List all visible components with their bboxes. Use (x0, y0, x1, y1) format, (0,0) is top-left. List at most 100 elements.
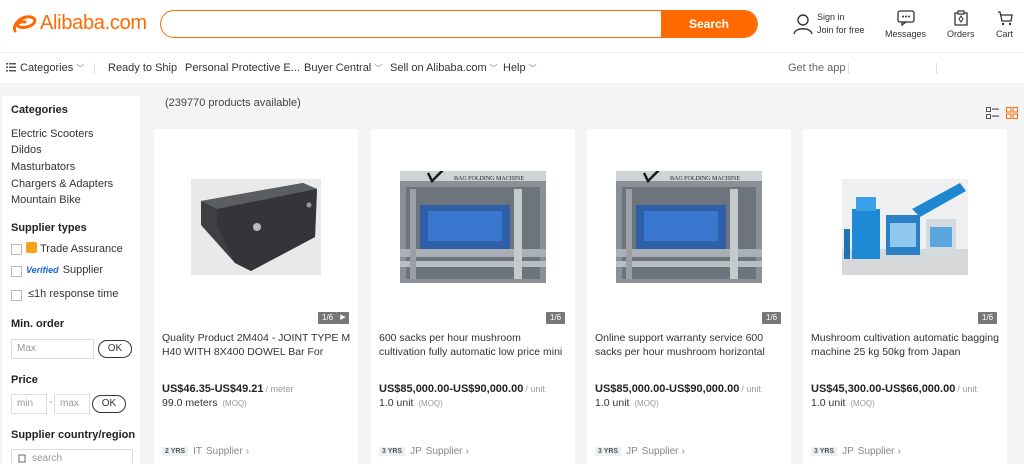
categories-menu[interactable]: Categories ﹀ (6, 62, 84, 74)
product-image[interactable]: BAG FOLDING MACHINE (587, 129, 791, 325)
machine-label: BAG FOLDING MACHINE (454, 176, 524, 182)
search-bar: Search (160, 10, 758, 38)
nav-buyer-central[interactable]: Buyer Central ﹀ (304, 62, 382, 74)
product-title[interactable]: Quality Product 2M404 - JOINT TYPE M H40… (162, 331, 352, 359)
bag-folding-machine-photo-icon: BAG FOLDING MACHINE (400, 171, 546, 283)
price-unit: / unit (957, 384, 977, 394)
product-title[interactable]: 600 sacks per hour mushroom cultivation … (379, 331, 569, 359)
category-link[interactable]: Electric Scooters (11, 128, 94, 140)
chevron-right-icon: › (245, 446, 250, 457)
filter-sidebar: Categories Electric Scooters Dildos Mast… (2, 96, 140, 464)
search-icon (18, 454, 26, 463)
price-ok-button[interactable]: OK (92, 395, 126, 413)
get-the-app-link[interactable]: Get the app (788, 62, 846, 74)
product-price: US$46.35-US$49.21/ meter (162, 383, 294, 395)
messages-link[interactable]: Messages (885, 10, 926, 39)
orders-label: Orders (947, 29, 975, 39)
price-unit: / meter (265, 384, 294, 394)
country-heading[interactable]: Supplier country/region (11, 429, 135, 441)
play-icon[interactable]: ▶ (337, 312, 349, 324)
cart-link[interactable]: Cart (996, 10, 1013, 39)
orders-link[interactable]: Orders (947, 10, 975, 39)
orders-icon (954, 10, 968, 26)
supplier-info[interactable]: 3 YRS JP Supplier › (811, 446, 901, 457)
years-badge: 2 YRS (162, 447, 189, 456)
alibaba-logo[interactable]: Alibaba.com (12, 12, 147, 35)
image-count-badge: 1/6 (762, 312, 782, 324)
country-search-placeholder: search (32, 453, 63, 464)
price-max-input[interactable]: max (54, 394, 90, 414)
alibaba-logo-icon (13, 14, 37, 32)
category-link[interactable]: Masturbators (11, 161, 75, 173)
years-badge: 3 YRS (811, 447, 838, 456)
nav-divider (848, 63, 849, 74)
nav-help[interactable]: Help ﹀ (503, 62, 537, 74)
machine-label: BAG FOLDING MACHINE (670, 176, 740, 182)
price-dash: - (49, 396, 53, 408)
categories-heading: Categories (11, 104, 68, 116)
price-unit: / unit (741, 384, 761, 394)
response-time-checkbox[interactable] (11, 290, 22, 301)
product-card[interactable]: BAG FOLDING MACHINE 1/6 Online support w… (587, 129, 791, 464)
category-link[interactable]: Chargers & Adapters (11, 178, 113, 190)
nav-sell[interactable]: Sell on Alibaba.com ﹀ (390, 62, 498, 74)
chevron-up-icon[interactable]: ︿ (123, 429, 131, 440)
price-range: US$46.35-US$49.21 (162, 383, 264, 395)
product-image[interactable] (154, 129, 358, 325)
price-unit: / unit (525, 384, 545, 394)
min-order-heading: Min. order (11, 318, 65, 330)
top-header: Alibaba.com Search Sign in Join for free… (0, 0, 1024, 52)
product-moq: 1.0 unit (MOQ) (811, 397, 875, 409)
category-link[interactable]: Dildos (11, 144, 42, 156)
product-title[interactable]: Online support warranty service 600 sack… (595, 331, 785, 359)
price-range: US$85,000.00-US$90,000.00 (595, 383, 740, 395)
trade-assurance-icon (26, 242, 37, 253)
trade-assurance-checkbox[interactable] (11, 244, 22, 255)
country-search-input[interactable]: search (11, 449, 133, 464)
product-image[interactable] (803, 129, 1007, 325)
nav-ppe[interactable]: Personal Protective E... (185, 62, 300, 74)
product-card[interactable]: BAG FOLDING MACHINE 1/6 600 sacks per ho… (371, 129, 575, 464)
price-range: US$85,000.00-US$90,000.00 (379, 383, 524, 395)
supplier-label: Supplier (206, 446, 243, 457)
moq-value: 1.0 unit (379, 397, 414, 409)
moq-tag: (MOQ) (850, 399, 875, 408)
verified-supplier-option[interactable]: Verified Supplier (26, 264, 103, 276)
chevron-down-icon: ﹀ (489, 64, 498, 73)
nav-buyer-central-label: Buyer Central (304, 62, 372, 74)
category-link[interactable]: Mountain Bike (11, 194, 81, 206)
search-input[interactable] (161, 11, 663, 37)
product-price: US$45,300.00-US$66,000.00/ unit (811, 383, 977, 395)
supplier-label: Supplier (425, 446, 463, 457)
list-view-icon[interactable] (986, 107, 999, 119)
verified-badge: Verified (26, 265, 59, 275)
product-image[interactable]: BAG FOLDING MACHINE (371, 129, 575, 325)
supplier-info[interactable]: 2 YRS IT Supplier › (162, 446, 249, 457)
supplier-info[interactable]: 3 YRS JP Supplier › (595, 446, 685, 457)
nav-ready-to-ship[interactable]: Ready to Ship (108, 62, 177, 74)
chevron-right-icon: › (681, 446, 685, 457)
list-icon (6, 63, 16, 72)
product-card[interactable]: 1/6 Mushroom cultivation automatic baggi… (803, 129, 1007, 464)
categories-label: Categories (20, 62, 74, 74)
verified-supplier-checkbox[interactable] (11, 266, 22, 277)
min-order-ok-button[interactable]: OK (98, 340, 132, 358)
sign-in-link[interactable]: Sign in Join for free (793, 11, 865, 37)
nav-divider (94, 63, 95, 74)
moq-tag: (MOQ) (418, 399, 443, 408)
trade-assurance-option[interactable]: Trade Assurance (26, 242, 123, 255)
price-min-input[interactable]: min (11, 394, 47, 414)
search-button[interactable]: Search (661, 11, 757, 37)
moq-tag: (MOQ) (634, 399, 659, 408)
moq-value: 99.0 meters (162, 397, 218, 409)
product-count: (239770 products available) (165, 97, 301, 109)
image-count-badge: 1/6 (978, 312, 998, 324)
min-order-max-input[interactable]: Max (11, 339, 94, 359)
grid-view-icon[interactable] (1006, 107, 1018, 119)
supplier-info[interactable]: 3 YRS JP Supplier › (379, 446, 469, 457)
sign-in-label: Sign in (817, 12, 845, 22)
response-time-label[interactable]: ≤1h response time (28, 288, 118, 300)
price-heading: Price (11, 374, 38, 386)
product-card[interactable]: 1/6 ▶ Quality Product 2M404 - JOINT TYPE… (154, 129, 358, 464)
product-title[interactable]: Mushroom cultivation automatic bagging m… (811, 331, 1001, 359)
